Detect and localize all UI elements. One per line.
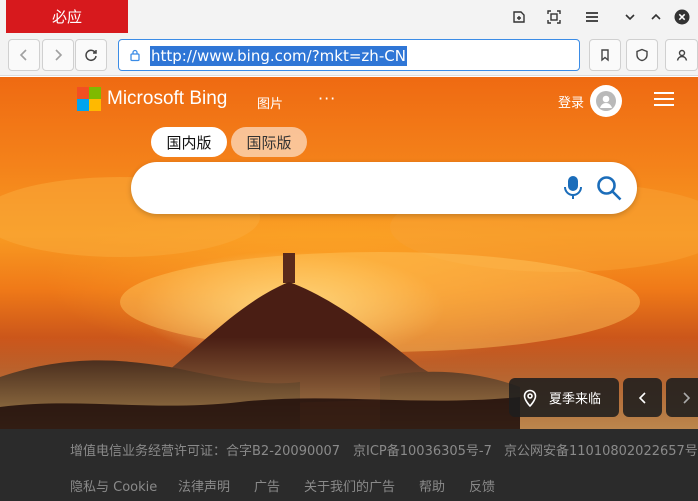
search-input[interactable] — [131, 162, 637, 214]
close-icon[interactable] — [671, 6, 693, 28]
shield-button[interactable] — [626, 39, 658, 71]
minimize-icon[interactable] — [619, 6, 641, 28]
microsoft-logo-icon — [77, 87, 101, 111]
reload-button[interactable] — [75, 39, 107, 71]
microphone-icon[interactable] — [561, 175, 585, 201]
account-button[interactable] — [665, 39, 698, 71]
search-icon[interactable] — [595, 174, 623, 202]
chevron-left-icon — [638, 391, 646, 404]
logo-text: Microsoft Bing — [107, 88, 228, 109]
location-pin-icon — [523, 389, 537, 407]
new-tab-icon[interactable] — [508, 6, 530, 28]
footer-link-help[interactable]: 帮助 — [419, 476, 445, 495]
user-avatar-icon — [596, 91, 616, 111]
forward-arrow-icon — [55, 49, 63, 61]
scope-domestic-label: 国内版 — [166, 133, 212, 152]
more-menu-button[interactable]: ··· — [318, 89, 336, 108]
scope-international-button[interactable]: 国际版 — [231, 127, 307, 157]
footer-link-privacy[interactable]: 隐私与 Cookie — [70, 476, 157, 495]
footer-link-legal[interactable]: 法律声明 — [178, 476, 230, 495]
chevron-right-icon — [682, 391, 690, 404]
shield-icon — [636, 48, 648, 62]
reload-icon — [85, 49, 97, 62]
footer-icp[interactable]: 京ICP备10036305号-7 — [353, 440, 492, 459]
avatar[interactable] — [590, 85, 622, 117]
footer-license[interactable]: 增值电信业务经营许可证：合字B2-20090007 — [70, 440, 340, 459]
previous-image-button[interactable] — [623, 378, 662, 417]
maximize-icon[interactable] — [645, 6, 667, 28]
tab-title: 必应 — [51, 8, 82, 26]
scope-international-label: 国际版 — [246, 133, 292, 152]
back-button[interactable] — [8, 39, 40, 71]
address-bar[interactable]: http://www.bing.com/?mkt=zh-CN — [118, 39, 580, 71]
next-image-button[interactable] — [666, 378, 698, 417]
forward-button[interactable] — [42, 39, 74, 71]
scope-domestic-button[interactable]: 国内版 — [151, 127, 227, 157]
address-text[interactable]: http://www.bing.com/?mkt=zh-CN — [150, 46, 407, 66]
tab-bar: 必应 — [0, 0, 698, 34]
footer-link-ads[interactable]: 广告 — [254, 476, 280, 495]
screenshot-icon[interactable] — [543, 6, 565, 28]
navigation-bar: http://www.bing.com/?mkt=zh-CN — [0, 34, 698, 76]
menu-icon[interactable] — [581, 6, 603, 28]
bookmark-button[interactable] — [589, 39, 621, 71]
footer: 增值电信业务经营许可证：合字B2-20090007 京ICP备10036305号… — [0, 429, 698, 501]
bing-homepage: Microsoft Bing 图片 ··· 登录 国内版 国际版 夏季来临 — [0, 77, 698, 429]
footer-public-security[interactable]: 京公网安备11010802022657号 — [504, 440, 698, 459]
tab-bing[interactable]: 必应 — [6, 0, 128, 33]
hamburger-menu-icon[interactable] — [654, 92, 674, 106]
bing-logo[interactable]: Microsoft Bing — [77, 87, 227, 111]
background-landscape-image — [0, 177, 698, 429]
user-icon — [676, 49, 687, 61]
back-arrow-icon — [19, 49, 27, 61]
nav-images-link[interactable]: 图片 — [257, 93, 283, 112]
image-info-button[interactable]: 夏季来临 — [509, 378, 619, 417]
footer-link-about-ads[interactable]: 关于我们的广告 — [304, 476, 395, 495]
footer-link-feedback[interactable]: 反馈 — [469, 476, 495, 495]
login-link[interactable]: 登录 — [558, 92, 584, 111]
lock-icon — [130, 49, 140, 62]
bookmark-icon — [601, 49, 609, 62]
image-caption: 夏季来临 — [549, 392, 602, 407]
